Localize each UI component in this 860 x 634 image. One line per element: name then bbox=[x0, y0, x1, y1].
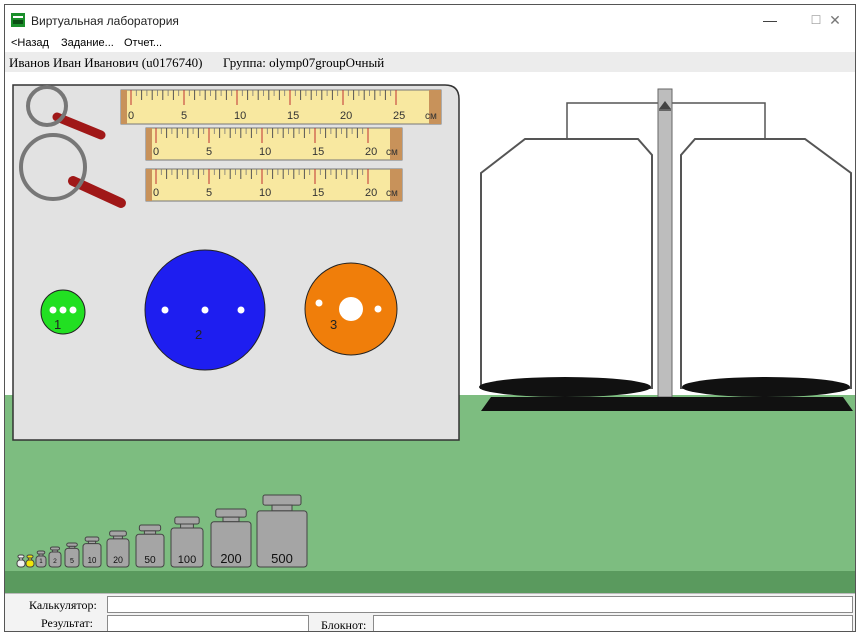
weight-small-0[interactable] bbox=[16, 554, 26, 568]
ruler-1-unit: см bbox=[386, 147, 398, 158]
weight-label: 200 bbox=[220, 551, 241, 566]
app-icon bbox=[11, 13, 25, 27]
ruler-20cm-a[interactable]: 0 5 10 15 20 см bbox=[145, 127, 403, 161]
menu-report[interactable]: Отчет... bbox=[124, 37, 162, 49]
user-group: Группа: olymp07groupОчный bbox=[223, 55, 385, 70]
weight-label: 5 bbox=[70, 557, 74, 565]
ruler-0-tick-label: 25 bbox=[393, 110, 405, 122]
notepad-label: Блокнот: bbox=[321, 618, 367, 632]
lab-table-edge bbox=[5, 571, 855, 593]
ruler-20cm-b[interactable]: 0 5 10 15 20 см bbox=[145, 168, 403, 202]
disk-2[interactable]: 2 bbox=[144, 249, 266, 371]
ruler-0-unit: см bbox=[425, 111, 437, 122]
weight-2[interactable]: 2 bbox=[48, 546, 62, 568]
minimize-button[interactable]: — bbox=[747, 7, 793, 33]
close-button[interactable]: ✕ bbox=[813, 7, 855, 33]
balance-scales[interactable] bbox=[479, 88, 853, 411]
ruler-1-tick-label: 0 bbox=[153, 146, 159, 158]
disk-1[interactable]: 1 bbox=[40, 289, 86, 335]
ruler-1-tick-label: 10 bbox=[259, 146, 271, 158]
disk-3[interactable]: 3 bbox=[304, 262, 398, 356]
menu-task[interactable]: Задание... bbox=[61, 37, 114, 49]
ruler-1-tick-label: 5 bbox=[206, 146, 212, 158]
disk-3-number: 3 bbox=[330, 317, 337, 332]
ruler-1-tick-label: 15 bbox=[312, 146, 324, 158]
ruler-2-tick-label: 0 bbox=[153, 187, 159, 199]
ruler-0-tick-label: 5 bbox=[181, 110, 187, 122]
app-window: Виртуальная лаборатория — ☐ ✕ <Назад Зад… bbox=[4, 4, 856, 632]
user-info-bar: Иванов Иван Иванович (u0176740) Группа: … bbox=[5, 52, 855, 72]
result-input[interactable] bbox=[107, 615, 309, 631]
ruler-1-tick-label: 20 bbox=[365, 146, 377, 158]
weight-label: 2 bbox=[53, 558, 57, 565]
disk-2-number: 2 bbox=[195, 327, 202, 342]
weight-label: 1 bbox=[39, 558, 43, 565]
lab-scene: 0 5 10 15 20 25 см 0 5 10 15 20 см 0 5 10 15 20 см 1 2 bbox=[5, 73, 855, 593]
calculator-label: Калькулятор: bbox=[29, 598, 97, 612]
ruler-2-tick-label: 10 bbox=[259, 187, 271, 199]
ruler-0-tick-label: 20 bbox=[340, 110, 352, 122]
weight-label: 500 bbox=[271, 551, 293, 566]
notepad-input[interactable] bbox=[373, 615, 853, 631]
result-label: Результат: bbox=[41, 616, 93, 630]
weight-label: 50 bbox=[144, 555, 156, 566]
weight-label: 10 bbox=[88, 556, 97, 565]
calculator-input[interactable] bbox=[107, 596, 853, 613]
weight-label: 100 bbox=[178, 554, 196, 566]
menu-back[interactable]: <Назад bbox=[11, 37, 49, 49]
ruler-0-tick-label: 0 bbox=[128, 110, 134, 122]
bottom-panel: Калькулятор: Результат: Блокнот: bbox=[5, 593, 855, 632]
window-title: Виртуальная лаборатория bbox=[31, 14, 179, 28]
weight-small-1[interactable] bbox=[25, 554, 35, 568]
menu-bar: <Назад Задание... Отчет... bbox=[5, 35, 855, 53]
ruler-2-unit: см bbox=[386, 188, 398, 199]
disk-1-number: 1 bbox=[54, 317, 61, 332]
ruler-25cm[interactable]: 0 5 10 15 20 25 см bbox=[120, 89, 442, 125]
ruler-2-tick-label: 5 bbox=[206, 187, 212, 199]
ruler-0-tick-label: 10 bbox=[234, 110, 246, 122]
ruler-0-tick-label: 15 bbox=[287, 110, 299, 122]
ruler-2-tick-label: 15 bbox=[312, 187, 324, 199]
title-bar: Виртуальная лаборатория — ☐ ✕ bbox=[5, 5, 855, 35]
weight-1[interactable]: 1 bbox=[35, 550, 47, 568]
ruler-2-tick-label: 20 bbox=[365, 187, 377, 199]
user-name: Иванов Иван Иванович (u0176740) bbox=[9, 55, 203, 70]
lab-scene-canvas: 0 5 10 15 20 25 см 0 5 10 15 20 см 0 5 10 15 20 см 1 2 bbox=[5, 84, 855, 593]
weight-label: 20 bbox=[113, 555, 123, 565]
